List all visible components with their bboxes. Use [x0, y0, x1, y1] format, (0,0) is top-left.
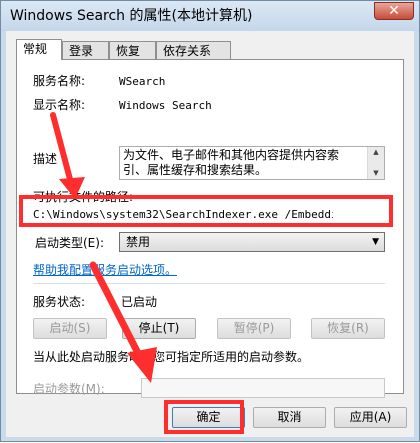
separator	[33, 283, 385, 284]
display-name-value: Windows Search	[119, 99, 212, 112]
properties-window: Windows Search 的属性(本地计算机) ✕ 常规 登录 恢复 依存关…	[0, 0, 420, 442]
start-params-hint: 当从此处启动服务时，您可指定所适用的启动参数。	[33, 350, 310, 364]
ok-button[interactable]: 确定	[172, 407, 245, 428]
startup-type-select[interactable]: 禁用 ▼	[119, 232, 385, 252]
chevron-down-icon: ▼	[372, 237, 379, 247]
cancel-button[interactable]: 取消	[253, 407, 326, 428]
description-scrollbar[interactable]: ▲ ▼	[367, 147, 384, 179]
description-label: 描述	[33, 152, 58, 166]
service-name-value: WSearch	[119, 75, 166, 88]
startup-type-label: 启动类型(E):	[35, 236, 104, 250]
title-bar[interactable]: Windows Search 的属性(本地计算机) ✕	[1, 1, 419, 31]
resume-service-button[interactable]: 恢复(R)	[311, 318, 385, 339]
tab-dependencies[interactable]: 依存关系	[156, 41, 231, 59]
startup-type-value: 禁用	[126, 235, 151, 249]
description-box[interactable]: 为文件、电子邮件和其他内容提供内容索引、属性缓存和搜索结果。 ▲ ▼	[119, 146, 385, 180]
start-params-input[interactable]	[141, 378, 385, 398]
tab-general[interactable]: 常规	[16, 39, 62, 60]
display-name-label: 显示名称:	[33, 98, 86, 112]
service-status-value: 已启动	[121, 295, 158, 309]
start-params-label: 启动参数(M):	[33, 382, 105, 396]
scroll-down-icon[interactable]: ▼	[368, 169, 384, 177]
tab-logon[interactable]: 登录	[62, 41, 109, 59]
description-text: 为文件、电子邮件和其他内容提供内容索引、属性缓存和搜索结果。	[123, 148, 340, 177]
stop-service-button[interactable]: 停止(T)	[122, 318, 196, 339]
service-status-label: 服务状态:	[33, 295, 86, 309]
service-name-label: 服务名称:	[33, 74, 86, 88]
help-configure-link[interactable]: 帮助我配置服务启动选项。	[33, 263, 177, 277]
apply-button[interactable]: 应用(A)	[334, 407, 407, 428]
tab-recovery[interactable]: 恢复	[109, 41, 156, 59]
pause-service-button[interactable]: 暂停(P)	[217, 318, 291, 339]
scroll-up-icon[interactable]: ▲	[368, 148, 384, 156]
close-icon[interactable]: ✕	[374, 2, 414, 20]
exe-path-label: 可执行文件的路径:	[33, 190, 134, 204]
general-tab-panel: 服务名称: WSearch 显示名称: Windows Search 描述 为文…	[16, 59, 404, 398]
exe-path-value: C:\Windows\system32\SearchIndexer.exe /E…	[33, 208, 333, 221]
window-title: Windows Search 的属性(本地计算机)	[10, 8, 253, 24]
start-service-button[interactable]: 启动(S)	[33, 318, 107, 339]
dialog-client-area: 常规 登录 恢复 依存关系 服务名称: WSearch 显示名称: Window…	[6, 31, 414, 437]
